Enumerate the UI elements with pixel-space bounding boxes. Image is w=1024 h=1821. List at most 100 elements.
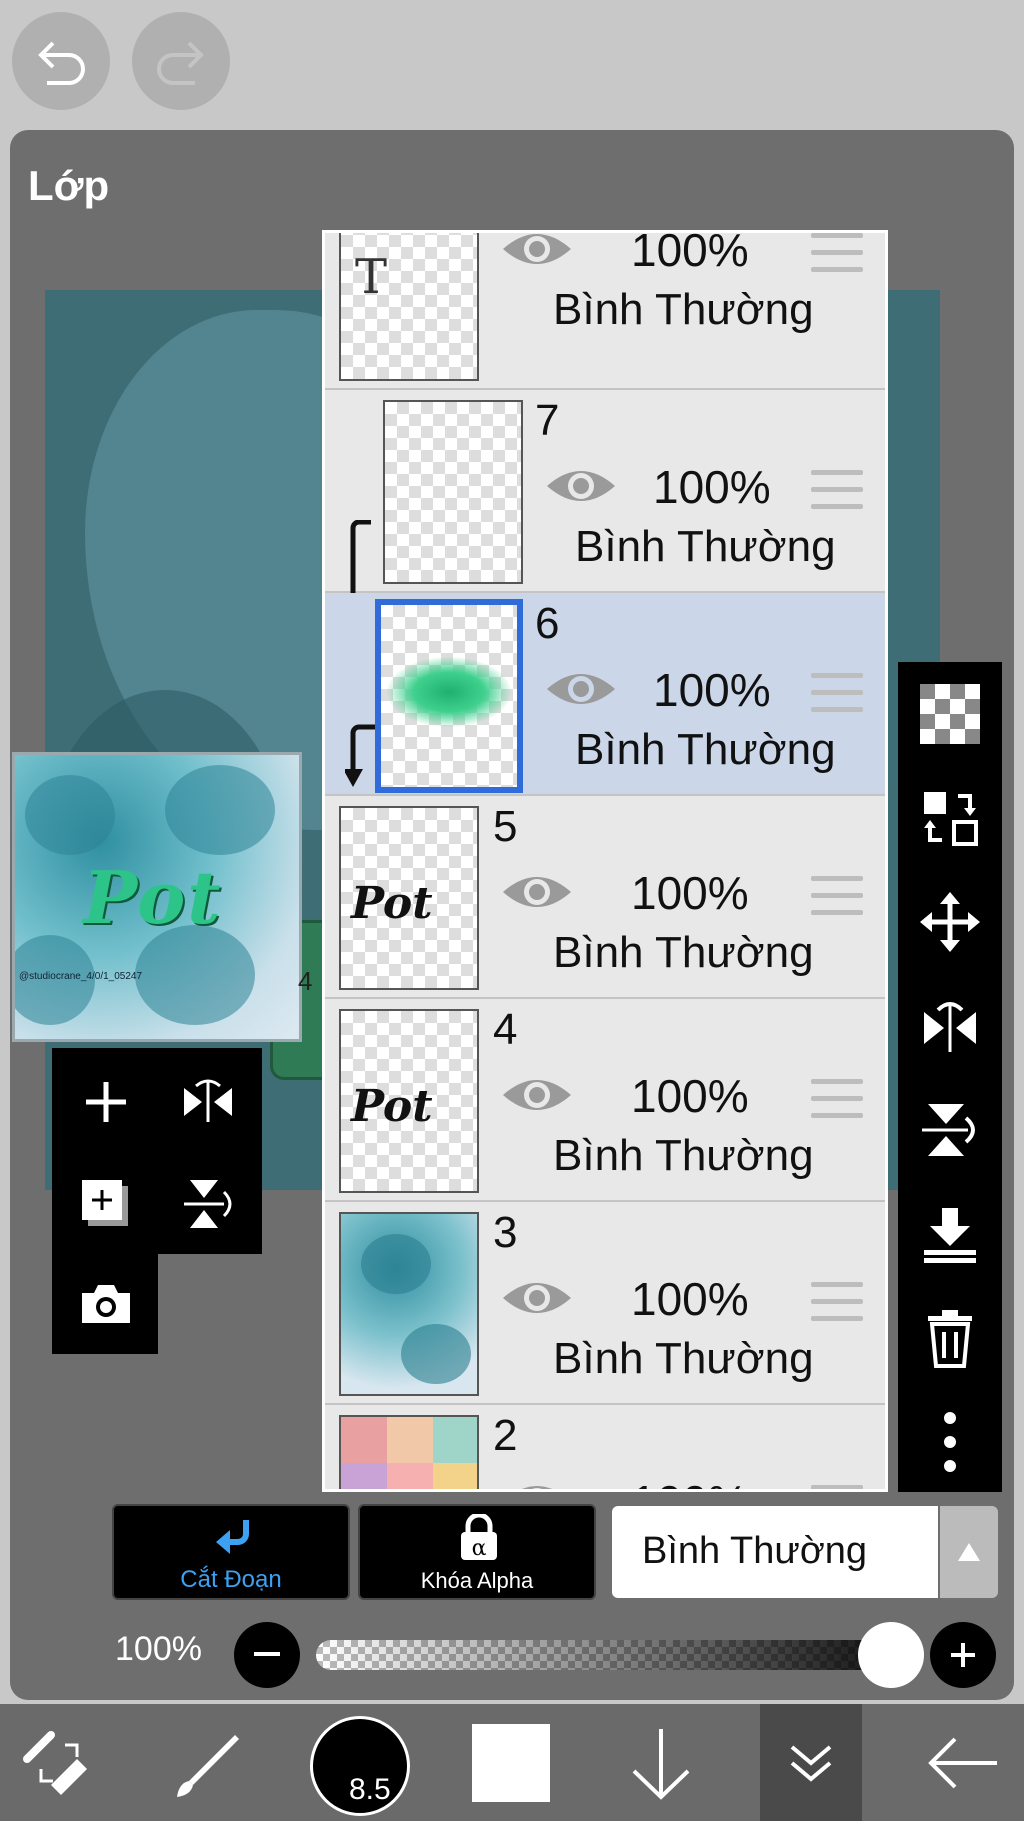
layer-blend-mode: Bình Thường: [575, 725, 836, 774]
thumbnail-text: Pot: [351, 878, 433, 929]
flip-horizontal-button[interactable]: [158, 1052, 258, 1152]
redo-button[interactable]: [132, 12, 230, 110]
flip-vertical-icon: [922, 1104, 975, 1156]
drag-handle-icon[interactable]: [811, 1282, 863, 1322]
flip-vertical-icon: [184, 1180, 232, 1228]
layer-opacity: 100%: [631, 1070, 749, 1122]
opacity-slider[interactable]: [316, 1640, 906, 1670]
flip-horizontal-right-button[interactable]: [898, 974, 1002, 1078]
drag-handle-icon[interactable]: [811, 673, 863, 713]
arrow-down-icon: [632, 1728, 690, 1800]
layer-opacity: 100%: [631, 233, 749, 276]
clipping-label: Cắt Đoạn: [180, 1566, 282, 1593]
drag-handle-icon[interactable]: [811, 233, 863, 273]
layer-opacity: 100%: [631, 1273, 749, 1325]
drag-handle-icon[interactable]: [811, 1485, 863, 1489]
plus-icon: [86, 1082, 126, 1122]
brush-size-button[interactable]: 8.5: [310, 1716, 410, 1816]
layer-row[interactable]: 7 100% Bình Thường: [325, 390, 885, 688]
clipping-button[interactable]: Cắt Đoạn: [112, 1504, 350, 1600]
layer-row[interactable]: Pot 5 100% Bình Thường: [325, 796, 885, 999]
eye-icon[interactable]: [501, 1073, 573, 1117]
layer-number: 2: [493, 1411, 518, 1460]
layer-number: 3: [493, 1208, 518, 1257]
text-layer-icon: T: [355, 249, 388, 305]
layer-row[interactable]: T 100% Bình Thường: [325, 233, 885, 390]
layer-list[interactable]: T 100% Bình Thường 7 100% Bình Thường 6: [322, 230, 888, 1492]
svg-text:α: α: [472, 1536, 487, 1561]
triangle-up-icon: [958, 1543, 980, 1561]
layer-row[interactable]: Pot 4 100% Bình Thường: [325, 999, 885, 1202]
preview-side-number: 4: [298, 966, 313, 996]
brush-eraser-switch-icon: [23, 1730, 87, 1795]
layer-blend-mode: Bình Thường: [575, 522, 836, 571]
brush-icon: [177, 1734, 239, 1797]
layer-thumbnail: [383, 400, 523, 584]
import-photo-button[interactable]: [56, 1254, 156, 1354]
opacity-increase-button[interactable]: [930, 1622, 996, 1688]
layer-row-selected[interactable]: 6 100% Bình Thường: [325, 593, 885, 796]
blend-mode-value: Bình Thường: [642, 1530, 868, 1572]
flip-horizontal-icon: [184, 1079, 232, 1122]
merge-down-button[interactable]: [898, 1182, 1002, 1286]
drag-handle-icon[interactable]: [811, 470, 863, 510]
layer-blend-mode: Bình Thường: [553, 1131, 814, 1180]
color-swatch-button[interactable]: [472, 1724, 550, 1802]
layer-thumbnail: T: [339, 233, 479, 381]
canvas-preview[interactable]: Pot @studiocrane_4/0/1_05247: [12, 752, 302, 1042]
layer-blend-mode: Bình Thường: [553, 285, 814, 334]
layer-number: 4: [493, 1005, 518, 1054]
move-layer-down-button[interactable]: [606, 1704, 716, 1821]
layer-opacity: 100%: [631, 867, 749, 919]
eye-icon[interactable]: [501, 870, 573, 914]
add-layer-button[interactable]: [56, 1052, 156, 1152]
drag-handle-icon[interactable]: [811, 1079, 863, 1119]
opacity-slider-knob[interactable]: [858, 1622, 924, 1688]
delete-layer-button[interactable]: [898, 1286, 1002, 1390]
clipping-icon: [216, 1520, 249, 1554]
merge-down-icon: [924, 1208, 976, 1263]
thumbnail-text: Pot: [351, 1081, 433, 1132]
duplicate-icon: [82, 1180, 128, 1226]
trash-icon: [928, 1310, 972, 1368]
eye-icon[interactable]: [501, 233, 573, 271]
swap-layers-button[interactable]: [898, 766, 1002, 870]
layer-thumbnail: Pot: [339, 1009, 479, 1193]
layer-thumbnail: [339, 1415, 479, 1489]
back-button[interactable]: [908, 1704, 1018, 1821]
eye-icon[interactable]: [545, 464, 617, 508]
blend-mode-select[interactable]: Bình Thường: [612, 1506, 938, 1598]
camera-icon: [82, 1285, 130, 1323]
layer-row[interactable]: 3 100% Bình Thường: [325, 1202, 885, 1405]
layers-panel-button[interactable]: [760, 1704, 862, 1821]
brush-tool-button[interactable]: [152, 1704, 262, 1821]
panel-title: Lớp: [28, 162, 110, 209]
flip-vertical-right-button[interactable]: [898, 1078, 1002, 1182]
layer-number: 7: [535, 396, 560, 445]
layer-row[interactable]: 2 100%: [325, 1405, 885, 1489]
blend-mode-dropdown-button[interactable]: [940, 1506, 998, 1598]
eye-icon[interactable]: [501, 1276, 573, 1320]
preview-watermark: @studiocrane_4/0/1_05247: [19, 971, 143, 982]
flip-vertical-button[interactable]: [158, 1154, 258, 1254]
eye-icon[interactable]: [501, 1479, 573, 1489]
checkerboard-icon: [920, 684, 980, 744]
drag-handle-icon[interactable]: [811, 876, 863, 916]
tool-switch-button[interactable]: [4, 1704, 114, 1821]
redo-icon: [157, 41, 204, 85]
alpha-lock-label: Khóa Alpha: [420, 1568, 534, 1593]
duplicate-layer-button[interactable]: [56, 1154, 156, 1254]
layer-number: 6: [535, 599, 560, 648]
alpha-lock-button[interactable]: α Khóa Alpha: [358, 1504, 596, 1600]
opacity-value: 100%: [115, 1630, 202, 1668]
eye-icon[interactable]: [545, 667, 617, 711]
more-options-button[interactable]: [898, 1390, 1002, 1494]
undo-button[interactable]: [12, 12, 110, 110]
layer-opacity: 100%: [653, 664, 771, 716]
opacity-decrease-button[interactable]: [234, 1622, 300, 1688]
transparency-button[interactable]: [898, 662, 1002, 766]
minus-icon: [254, 1652, 280, 1656]
bottom-toolbar: 8.5: [0, 1704, 1024, 1821]
layer-right-toolbar: [898, 662, 1002, 1492]
move-button[interactable]: [898, 870, 1002, 974]
